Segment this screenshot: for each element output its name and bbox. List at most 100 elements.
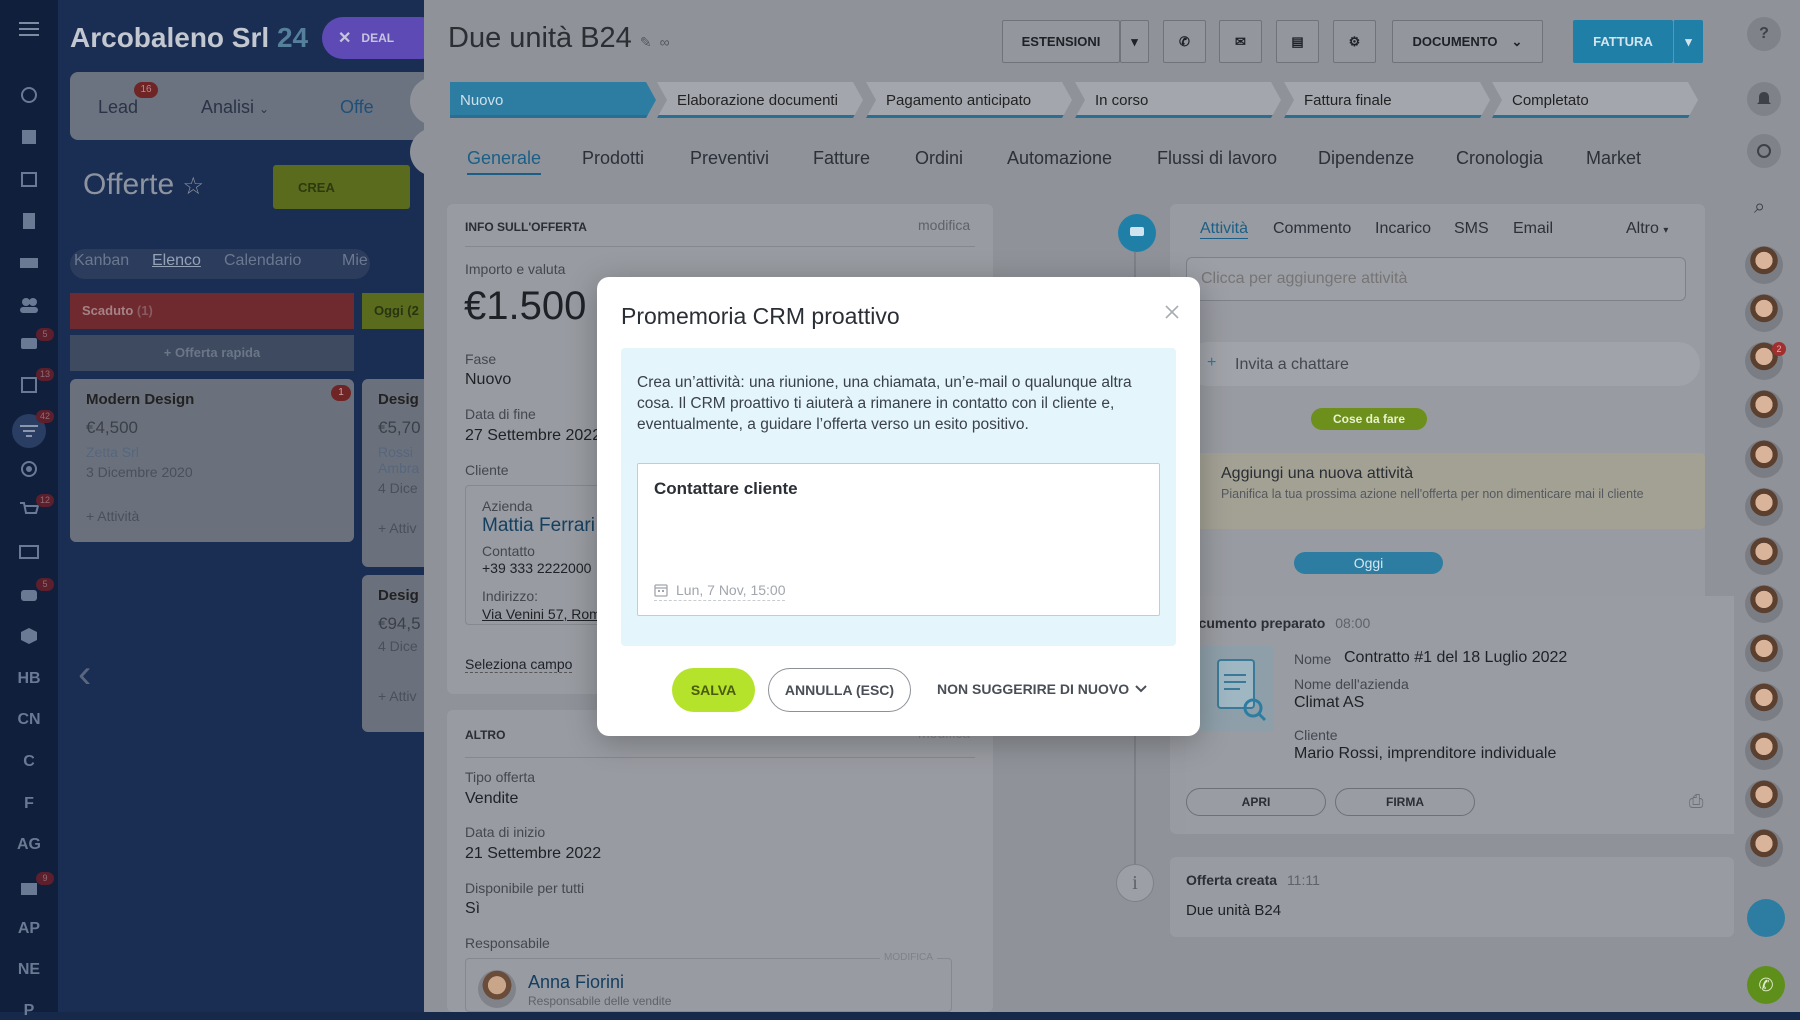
marketing-icon[interactable] [16,456,42,482]
stage-pagamento[interactable]: Pagamento anticipato [866,82,1072,118]
avatar[interactable] [1745,732,1783,770]
nav-item-f[interactable]: F [0,795,58,813]
tab-lead[interactable]: Lead [98,97,138,118]
document-button[interactable]: DOCUMENTO ⌄ [1392,20,1543,63]
settings-button[interactable]: ⚙ [1333,20,1376,63]
stage-elaborazione[interactable]: Elaborazione documenti [657,82,863,118]
phone-icon[interactable]: ✆ [1747,966,1785,1004]
drive-icon[interactable] [16,250,42,276]
plus-icon[interactable]: + [1207,354,1216,372]
tab-attivita[interactable]: Attività [1200,220,1249,239]
employees-icon[interactable] [16,292,42,318]
tab-email[interactable]: Email [1513,220,1553,238]
task-editor[interactable]: Contattare cliente Lun, 7 Nov, 15:00 [637,463,1160,616]
nav-item-ap[interactable]: AP [0,920,58,938]
responsible-name-link[interactable]: Anna Fiorini [528,972,624,993]
kanban-card[interactable]: Desig €94,5 4 Dice + Attiv [362,575,424,732]
nav-item-c[interactable]: C [0,753,58,771]
tab-incarico[interactable]: Incarico [1375,220,1431,238]
task-title[interactable]: Contattare cliente [654,479,798,499]
avatar[interactable] [1745,829,1783,867]
select-field-link[interactable]: Seleziona campo [465,656,573,673]
calendar-icon[interactable] [16,166,42,192]
tab-automazione[interactable]: Automazione [1007,148,1112,169]
close-icon[interactable] [1163,303,1181,321]
tab-preventivi[interactable]: Preventivi [690,148,769,169]
stage-completato[interactable]: Completato [1492,82,1698,118]
extensions-button[interactable]: ESTENSIONI [1002,20,1120,63]
tab-dipendenze[interactable]: Dipendenze [1318,148,1414,169]
tab-commento[interactable]: Commento [1273,220,1351,238]
avatar[interactable] [1745,294,1783,332]
create-button[interactable]: CREA [273,165,410,209]
star-icon[interactable]: ☆ [183,173,205,200]
contacts-icon[interactable] [16,539,42,565]
nav-item-hb[interactable]: HB [0,670,58,688]
client-address[interactable]: Via Venini 57, Rom [482,606,601,622]
stage-fattura-finale[interactable]: Fattura finale [1284,82,1490,118]
extensions-dropdown-button[interactable]: ▾ [1120,20,1149,63]
box-icon[interactable] [16,623,42,649]
deal-tab[interactable]: ✕ DEAL [322,17,424,59]
tab-generale[interactable]: Generale [467,148,542,175]
documents-icon[interactable] [16,208,42,234]
help-icon[interactable]: ? [1747,17,1781,51]
phone-button[interactable]: ✆ [1163,20,1206,63]
stage-nuovo[interactable]: Nuovo [450,82,656,118]
sign-document-button[interactable]: FIRMA [1335,788,1475,816]
avatar[interactable] [1745,634,1783,672]
kanban-card[interactable]: Desig €5,70 Rossi Ambra 4 Dice + Attiv [362,379,424,567]
client-company-link[interactable]: Mattia Ferrari [482,515,595,537]
tab-ordini[interactable]: Ordini [915,148,963,169]
chat-bubble-icon[interactable] [1118,214,1156,252]
activity-stream-icon[interactable] [16,82,42,108]
nav-item-ag[interactable]: AG [0,836,58,854]
view-kanban[interactable]: Kanban [74,252,129,270]
edit-link[interactable]: MODIFICA [880,952,937,963]
view-calendario[interactable]: Calendario [224,252,301,270]
tab-altro[interactable]: Altro ▾ [1626,220,1668,238]
messages-icon[interactable] [1747,134,1781,168]
avatar[interactable] [1745,390,1783,428]
avatar[interactable] [1745,488,1783,526]
tab-fatture[interactable]: Fatture [813,148,870,169]
avatar[interactable] [1745,683,1783,721]
view-mie[interactable]: Mie [342,252,368,270]
link-icon[interactable]: ∞ [660,34,670,50]
nav-item-ne[interactable]: NE [0,961,58,979]
open-document-button[interactable]: APRI [1186,788,1326,816]
avatar[interactable] [1745,537,1783,575]
tab-flussi[interactable]: Flussi di lavoro [1157,148,1277,169]
drive-sync-icon[interactable] [1747,899,1785,937]
tab-analisi[interactable]: Analisi ⌄ [201,97,269,118]
email-button[interactable]: ✉ [1219,20,1262,63]
invite-chat-link[interactable]: Invita a chattare [1235,356,1349,374]
dont-suggest-button[interactable]: NON SUGGERIRE DI NUOVO [937,681,1147,697]
add-activity-input[interactable] [1186,257,1686,301]
stage-in-corso[interactable]: In corso [1075,82,1281,118]
cancel-button[interactable]: ANNULLA (ESC) [768,668,911,712]
save-button[interactable]: SALVA [672,668,755,712]
quick-deal-button[interactable]: + Offerta rapida [70,335,354,371]
avatar[interactable] [1745,246,1783,284]
client-phone[interactable]: +39 333 2222000 [482,560,591,576]
invoice-dropdown-button[interactable]: ▾ [1673,20,1703,63]
invoice-button[interactable]: FATTURA [1573,20,1673,63]
avatar[interactable] [1745,440,1783,478]
nav-item-cn[interactable]: CN [0,711,58,729]
tab-offerte[interactable]: Offe [340,97,374,118]
tab-market[interactable]: Market [1586,148,1641,169]
close-icon[interactable]: ✕ [338,28,351,48]
edit-link[interactable]: modifica [918,217,970,233]
avatar[interactable] [1745,780,1783,818]
kanban-card[interactable]: Modern Design €4,500 Zetta Srl 3 Dicembr… [70,379,354,542]
chevron-left-icon[interactable]: ‹ [78,652,91,697]
avatar[interactable] [1745,585,1783,623]
search-icon[interactable]: ⌕ [1754,196,1765,219]
tasks-icon[interactable] [16,124,42,150]
tab-prodotti[interactable]: Prodotti [582,148,644,169]
tab-cronologia[interactable]: Cronologia [1456,148,1543,169]
chat-button[interactable]: ▤ [1276,20,1319,63]
pencil-icon[interactable]: ✎ [640,34,652,50]
print-icon[interactable]: ⎙ [1689,791,1703,812]
